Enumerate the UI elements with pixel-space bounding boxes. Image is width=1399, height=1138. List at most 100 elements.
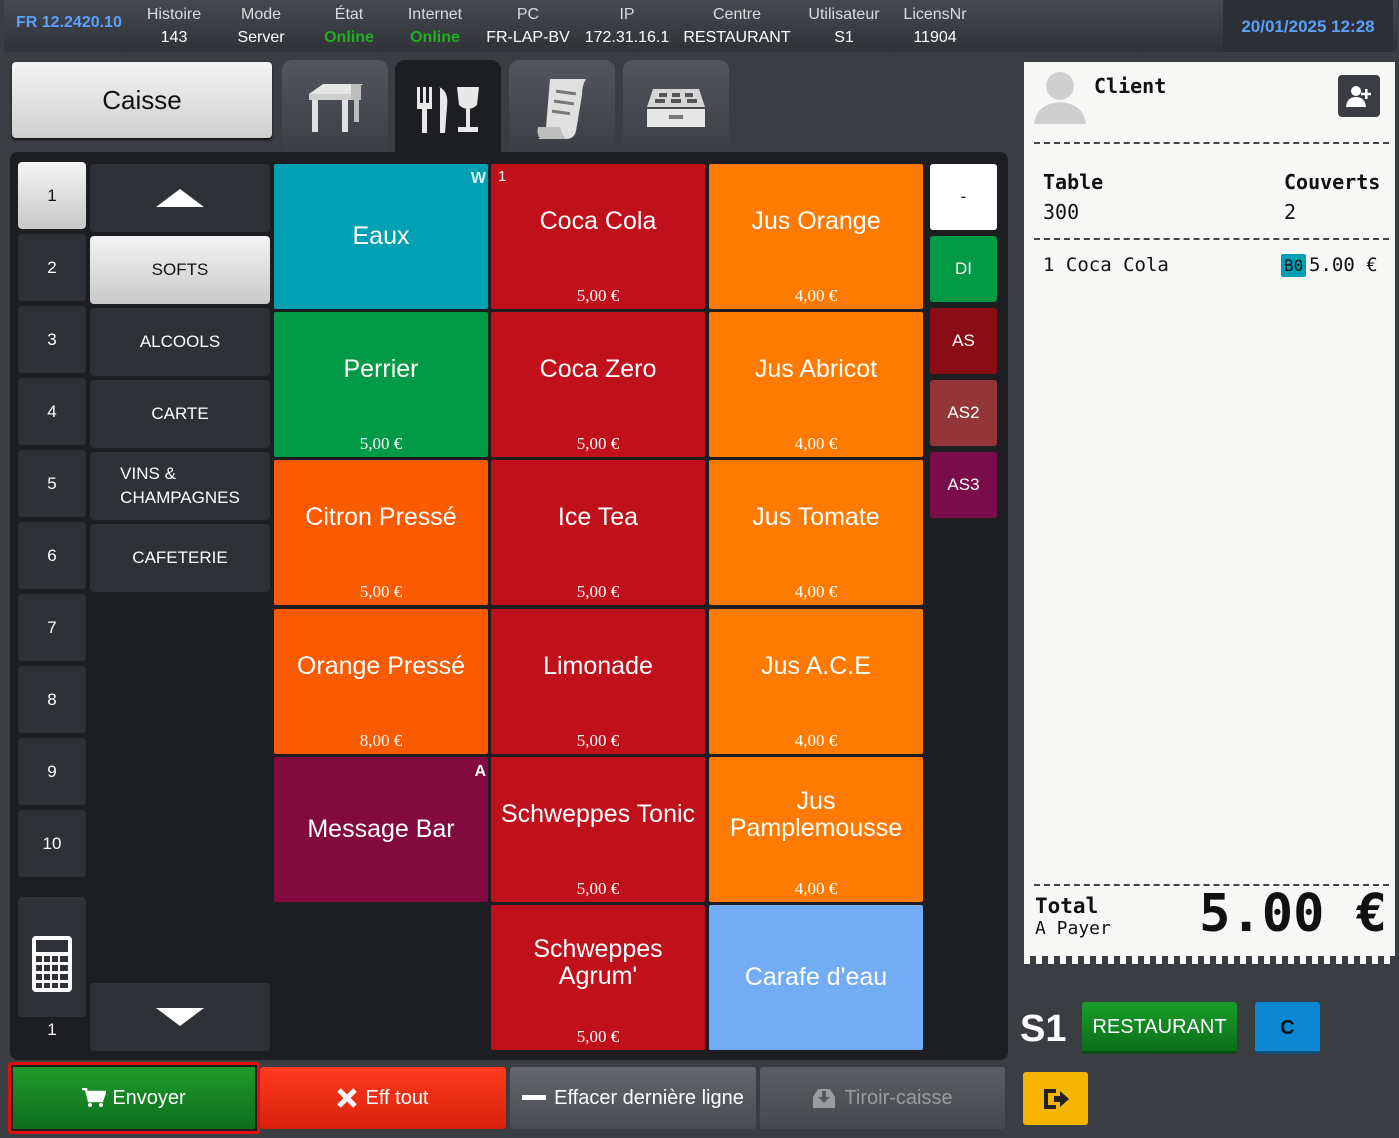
number-button[interactable]: 9 [18,738,86,805]
number-button[interactable]: 6 [18,522,86,589]
category-button[interactable]: SOFTS [90,236,270,304]
product-button[interactable]: Schweppes Agrum' 5,00 € [491,905,705,1050]
cash-drawer-button[interactable]: Tiroir-caisse [760,1067,1005,1129]
number-button[interactable]: 4 [18,378,86,445]
inbox-download-icon [813,1089,836,1108]
product-name: Schweppes Tonic [500,800,696,828]
client-avatar-icon [1034,72,1086,124]
product-button[interactable]: Jus Pamplemousse 4,00 € [709,757,923,902]
product-button[interactable]: Coca Zero 5,00 € [491,312,705,457]
calculator-button[interactable] [18,897,86,1017]
product-button[interactable]: Jus Orange 4,00 € [709,164,923,309]
total-label: Total [1035,894,1099,918]
send-button-face: Envoyer [13,1067,255,1129]
modifier-button[interactable]: - [930,164,997,230]
logout-button[interactable] [1023,1072,1088,1125]
product-button[interactable]: Message Bar A [274,757,488,902]
product-tag: 1 [498,168,507,185]
product-price: 5,00 € [576,731,620,750]
add-client-button[interactable] [1338,75,1380,117]
product-price: 5,00 € [576,434,620,453]
clear-all-label: Eff tout [365,1086,429,1109]
modifier-button[interactable]: DI [930,236,997,302]
clear-all-button[interactable]: Eff tout [260,1067,506,1129]
product-price: 4,00 € [794,286,838,305]
modifier-button[interactable]: AS3 [930,452,997,518]
tab-receipt[interactable] [509,60,615,156]
product-button[interactable]: Jus Abricot 4,00 € [709,312,923,457]
scroll-down-button[interactable] [90,983,270,1051]
close-icon [337,1088,358,1108]
product-button[interactable]: Jus Tomate 4,00 € [709,460,923,605]
delete-last-line-button[interactable]: Effacer dernière ligne [510,1067,756,1129]
modifier-button[interactable]: AS [930,308,997,374]
triangle-up-icon [156,189,204,207]
product-price: 4,00 € [794,879,838,898]
number-button[interactable]: 3 [18,306,86,373]
product-price: 5,00 € [576,582,620,601]
user-badge: S1 [1020,1008,1067,1050]
product-price: 5,00 € [359,582,403,601]
covers-value: 2 [1284,200,1297,224]
restaurant-button[interactable]: RESTAURANT [1082,1002,1237,1054]
product-name: Carafe d'eau [744,963,888,991]
product-name: Perrier [343,355,419,383]
category-button[interactable]: ALCOOLS [90,308,270,376]
cutlery-glass-icon [417,87,479,133]
product-button[interactable]: Coca Cola 5,00 € 1 [491,164,705,309]
cash-drawer-label: Tiroir-caisse [844,1086,953,1109]
product-price: 5,00 € [576,879,620,898]
cash-drawer-icon [647,89,705,127]
c-button[interactable]: C [1255,1002,1320,1054]
number-button[interactable]: 8 [18,666,86,733]
scroll-up-button[interactable] [90,164,270,232]
caisse-button[interactable]: Caisse [12,62,272,138]
product-price: 5,00 € [576,286,620,305]
datetime: 20/01/2025 12:28 [1223,0,1393,52]
product-button[interactable]: Eaux W [274,164,488,309]
tab-tables[interactable] [282,60,388,156]
product-button[interactable]: Perrier 5,00 € [274,312,488,457]
minus-icon [522,1095,547,1100]
send-button[interactable]: Envoyer [8,1062,260,1134]
product-button[interactable]: Citron Pressé 5,00 € [274,460,488,605]
line-amount: 5.00 € [1309,254,1378,276]
client-label: Client [1094,74,1167,98]
product-button[interactable]: Limonade 5,00 € [491,609,705,754]
status-value: 11904 [913,29,957,46]
product-name: Jus Tomate [752,503,880,531]
product-button[interactable]: Schweppes Tonic 5,00 € [491,757,705,902]
category-label: CARTE [151,404,209,423]
calculator-value: 1 [47,1020,57,1039]
product-price: 4,00 € [794,731,838,750]
product-button[interactable]: Jus A.C.E 4,00 € [709,609,923,754]
product-button[interactable]: Carafe d'eau [709,905,923,1050]
product-name: Eaux [352,222,410,250]
number-button[interactable]: 2 [18,234,86,301]
ticket-divider [1034,142,1389,144]
category-button[interactable]: CAFETERIE [90,524,270,592]
product-button[interactable]: Ice Tea 5,00 € [491,460,705,605]
category-button[interactable]: CARTE [90,380,270,448]
cart-icon [82,1088,107,1107]
tab-cash-drawer[interactable] [623,60,729,156]
category-button[interactable]: VINS & CHAMPAGNES [90,452,270,520]
number-button[interactable]: 10 [18,810,86,877]
product-button[interactable]: Orange Pressé 8,00 € [274,609,488,754]
table-value: 300 [1043,200,1080,224]
ticket-line[interactable]: 1 Coca Cola B0 5.00 € [1043,254,1385,280]
line-badge: B0 [1281,254,1307,277]
delete-last-line-label: Effacer dernière ligne [554,1086,744,1109]
status-value: 172.31.16.1 [584,29,670,46]
status-label: LicensNr [903,6,967,23]
product-tag: W [470,170,486,187]
modifier-button[interactable]: AS2 [930,380,997,446]
product-name: Coca Zero [539,355,657,383]
product-name: Ice Tea [557,503,639,531]
number-button[interactable]: 5 [18,450,86,517]
number-button[interactable]: 7 [18,594,86,661]
number-button[interactable]: 1 [18,162,86,229]
tab-products[interactable] [395,60,501,160]
product-price: 4,00 € [794,434,838,453]
product-name: Jus Pamplemousse [729,786,903,842]
